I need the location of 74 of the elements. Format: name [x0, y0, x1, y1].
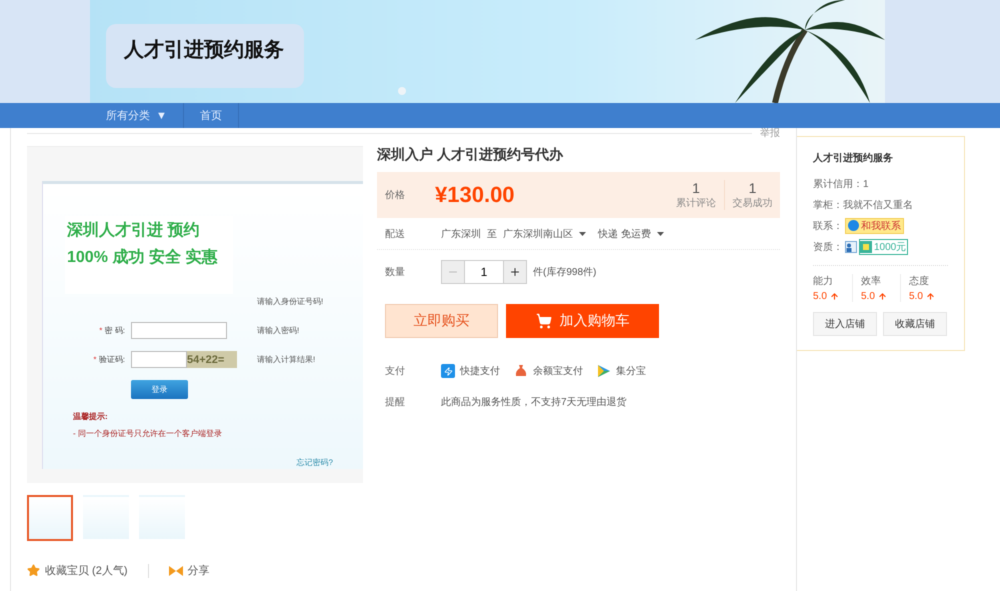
- thumbnail[interactable]: [27, 495, 73, 541]
- tip-text: - 同一个身份证号只允许在一个客户端登录: [73, 428, 223, 439]
- arrow-up-icon: [926, 292, 935, 301]
- payment-method: 集分宝: [616, 364, 646, 378]
- rating-label: 效率: [861, 274, 882, 288]
- field-hint: 请输入身份证号码!: [257, 296, 324, 307]
- input-field[interactable]: [131, 351, 187, 368]
- credit-text: 累计信用：1: [813, 178, 869, 190]
- caret-icon: [656, 232, 664, 236]
- captcha-image: 54+22=: [187, 351, 237, 368]
- shipping-method[interactable]: 快递 免运费: [598, 226, 651, 240]
- owner-text: 掌柜：我就不信又重名: [813, 198, 913, 212]
- field-hint: 请输入计算结果!: [257, 354, 316, 365]
- delivery-destination[interactable]: 广东深圳南山区: [503, 226, 573, 240]
- nav-link[interactable]: 首页: [184, 103, 239, 128]
- nav-link[interactable]: 所有分类 ▼: [90, 103, 184, 128]
- field-label: * 密 码:: [99, 326, 125, 335]
- shop-button[interactable]: 收藏店铺: [883, 312, 947, 336]
- reminder-label: 提醒: [385, 396, 406, 409]
- arrow-up-icon: [878, 292, 887, 301]
- delivery-label: 配送: [385, 228, 406, 240]
- payment-method: 快捷支付: [460, 364, 500, 378]
- quantity-label: 数量: [385, 266, 406, 279]
- id-card-icon: [845, 240, 857, 252]
- input-field[interactable]: [131, 322, 227, 339]
- stat-label: 累计评论: [676, 196, 716, 210]
- rating-score: 5.0: [909, 291, 948, 302]
- stat-label: 交易成功: [732, 196, 772, 210]
- price: ¥130.00: [435, 182, 516, 208]
- overlay-text: 100% 成功 安全 实惠: [67, 247, 218, 268]
- contact-label: 联系：: [813, 220, 843, 232]
- quantity-input[interactable]: 1: [464, 261, 504, 283]
- minus-button[interactable]: [442, 261, 464, 283]
- payment-label: 支付: [385, 364, 406, 378]
- delivery-from: 广东深圳: [441, 228, 481, 240]
- tip-title: 温馨提示:: [73, 411, 109, 422]
- lightning-icon: [441, 364, 455, 378]
- plus-button[interactable]: [504, 261, 526, 283]
- stat-value: 1: [692, 180, 700, 196]
- field-label: * 验证码:: [93, 355, 125, 364]
- reminder-text: 此商品为服务性质，不支持7天无理由退货: [441, 396, 627, 409]
- overlay-text: 深圳人才引进 预约: [67, 220, 200, 241]
- favorite-link[interactable]: 收藏宝贝 (2人气): [45, 563, 128, 578]
- delivery-to-word: 至: [487, 228, 497, 240]
- stock-text: 件(库存998件): [533, 266, 596, 279]
- slide-dot[interactable]: [398, 87, 406, 95]
- arrow-up-icon: [830, 292, 839, 301]
- caret-icon: [579, 232, 586, 236]
- contact-link[interactable]: 和我联系: [845, 218, 904, 234]
- caret-icon: ▼: [156, 110, 167, 122]
- stat-value: 1: [748, 180, 756, 196]
- rating-score: 5.0: [813, 291, 852, 302]
- rating-score: 5.0: [861, 291, 900, 302]
- qualification-label: 资质：: [813, 240, 843, 254]
- play-triangle-icon: [597, 364, 611, 378]
- rating-label: 态度: [909, 274, 930, 288]
- shop-name: 人才引进预约服务: [813, 152, 894, 165]
- plus-icon: [509, 266, 521, 278]
- banner-title: 人才引进预约服务: [106, 24, 304, 88]
- product-title: 深圳入户 人才引进预约号代办: [377, 146, 564, 164]
- star-icon: [27, 564, 40, 577]
- share-link[interactable]: 分享: [188, 563, 210, 578]
- quantity-stepper[interactable]: 1: [441, 260, 527, 284]
- forgot-password-link[interactable]: 忘记密码?: [296, 457, 333, 468]
- shop-button[interactable]: 进入店铺: [813, 312, 877, 336]
- money-bag-icon: [514, 364, 528, 378]
- price-label: 价格: [385, 188, 406, 202]
- deposit-badge: 1000元: [859, 238, 908, 254]
- payment-method: 余额宝支付: [533, 364, 583, 378]
- field-hint: 请输入密码!: [257, 325, 300, 336]
- rating-label: 能力: [813, 274, 834, 288]
- login-button[interactable]: 登录: [131, 380, 188, 399]
- bow-icon: [168, 566, 182, 576]
- cart-icon: [536, 313, 552, 329]
